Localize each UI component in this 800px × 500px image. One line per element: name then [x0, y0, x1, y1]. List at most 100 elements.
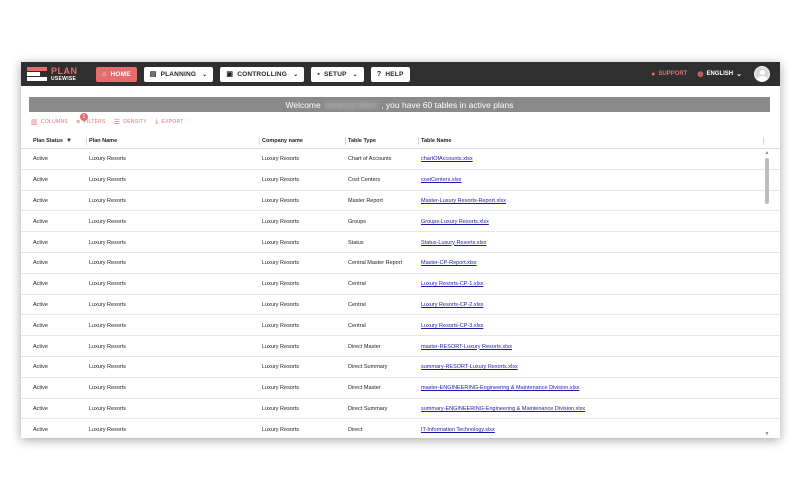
- grid-toolbar: ▥ COLUMNS 1 ≡ FILTERS ☰ DENSITY ⤓ EXPORT: [31, 112, 184, 126]
- table-file-link[interactable]: summary-RESORT-Luxury Resorts.xlsx: [421, 364, 518, 370]
- briefcase-icon: ▣: [226, 71, 234, 78]
- cell-table-name: master-ENGINEERING-Engineering & Mainten…: [419, 378, 579, 399]
- table-row[interactable]: Active Luxury Resorts Luxury Resorts Chart …: [21, 149, 780, 170]
- cell-table-name: Status-Luxury Resorts.xlsx: [419, 232, 486, 253]
- chevron-down-icon: ⌄: [202, 71, 208, 78]
- table-header: Plan Status ▼ Plan Name Company name Tab…: [21, 132, 780, 149]
- export-button[interactable]: ⤓ EXPORT: [155, 118, 184, 126]
- cell-table-name: master-RESORT-Luxury Resorts.xlsx: [419, 336, 512, 357]
- cell-table-type: Central Master Report: [348, 260, 403, 267]
- table-file-link[interactable]: chartOfAccounts.xlsx: [421, 156, 473, 162]
- table-file-link[interactable]: Status-Luxury Resorts.xlsx: [421, 240, 486, 246]
- cell-table-name: Luxury Resorts-CP-2.xlsx: [419, 295, 483, 316]
- table-row[interactable]: Active Luxury Resorts Luxury Resorts Groups…: [21, 211, 780, 233]
- cell-plan-name: Luxury Resorts: [89, 218, 126, 225]
- column-header-company-name[interactable]: Company name: [260, 132, 346, 149]
- table-row[interactable]: Active Luxury Resorts Luxury Resorts Centra…: [21, 315, 780, 337]
- cell-plan-name: Luxury Resorts: [89, 197, 126, 204]
- cell-company-name: Luxury Resorts: [262, 322, 299, 329]
- nav-planning-button[interactable]: ▤ PLANNING ⌄: [143, 66, 214, 82]
- chevron-down-icon: ⌄: [293, 71, 299, 78]
- cell-plan-name: Luxury Resorts: [89, 364, 126, 371]
- table-row[interactable]: Active Luxury Resorts Luxury Resorts Cost C…: [21, 170, 780, 191]
- scrollbar-thumb[interactable]: [765, 158, 769, 204]
- logo-text-plan: PLAN: [51, 65, 78, 76]
- cell-plan-name: Luxury Resorts: [89, 343, 126, 350]
- nav-setup-button[interactable]: ▪ SETUP ⌄: [311, 66, 364, 82]
- table-file-link[interactable]: master-RESORT-Luxury Resorts.xlsx: [421, 344, 512, 350]
- header-tools: ● SUPPORT ◍ ENGLISH ⌄: [651, 66, 770, 82]
- user-avatar[interactable]: [754, 66, 770, 82]
- cell-plan-name: Luxury Resorts: [89, 426, 126, 433]
- scroll-up-icon[interactable]: ▲: [764, 150, 770, 156]
- cell-table-name: Master-Luxury Resorts-Report.xlsx: [419, 191, 506, 212]
- cell-plan-status: Active: [33, 364, 48, 371]
- table-file-link[interactable]: costCenters.xlsx: [421, 177, 461, 183]
- download-icon: ⤓: [155, 118, 159, 125]
- table-row[interactable]: Active Luxury Resorts Luxury Resorts Direct…: [21, 378, 780, 399]
- cell-plan-status: Active: [33, 281, 48, 288]
- cell-plan-name: Luxury Resorts: [89, 260, 126, 267]
- cell-company-name: Luxury Resorts: [262, 343, 299, 350]
- cell-table-name: Luxury Resorts-CP-1.xlsx: [419, 274, 483, 295]
- cell-company-name: Luxury Resorts: [262, 426, 299, 433]
- cell-table-type: Groups: [348, 218, 367, 225]
- cell-plan-status: Active: [33, 301, 48, 308]
- nav-controlling-button[interactable]: ▣ CONTROLLING ⌄: [220, 66, 305, 82]
- cell-plan-status: Active: [33, 322, 48, 329]
- logo-text-usewise: USEWISE: [51, 75, 77, 82]
- home-icon: ⌂: [102, 70, 107, 78]
- table-body: Active Luxury Resorts Luxury Resorts Chart …: [21, 149, 780, 438]
- support-link[interactable]: ● SUPPORT: [651, 71, 687, 78]
- filters-button[interactable]: 1 ≡ FILTERS: [76, 112, 106, 126]
- cell-table-name: summary-RESORT-Luxury Resorts.xlsx: [419, 357, 518, 378]
- cell-plan-status: Active: [33, 156, 48, 163]
- density-button[interactable]: ☰ DENSITY: [114, 118, 147, 126]
- location-pin-icon: ●: [651, 70, 656, 78]
- vertical-scrollbar[interactable]: ▲ ▼: [764, 150, 770, 437]
- data-grid: Plan Status ▼ Plan Name Company name Tab…: [21, 132, 780, 438]
- table-row[interactable]: Active Luxury Resorts Luxury Resorts Master…: [21, 191, 780, 212]
- table-file-link[interactable]: Groups-Luxury Resorts.xlsx: [421, 219, 489, 225]
- table-row[interactable]: Active Luxury Resorts Luxury Resorts Centra…: [21, 295, 780, 316]
- cell-plan-status: Active: [33, 260, 48, 267]
- columns-icon: ▥: [31, 119, 38, 126]
- table-file-link[interactable]: Master-CP-Report.xlsx: [421, 260, 477, 266]
- language-selector[interactable]: ◍ ENGLISH ⌄: [697, 70, 742, 78]
- table-row[interactable]: Active Luxury Resorts Luxury Resorts Direct…: [21, 336, 780, 357]
- table-row[interactable]: Active Luxury Resorts Luxury Resorts Centra…: [21, 253, 780, 274]
- cell-company-name: Luxury Resorts: [262, 197, 299, 204]
- table-row[interactable]: Active Luxury Resorts Luxury Resorts Direct…: [21, 399, 780, 420]
- table-row[interactable]: Active Luxury Resorts Luxury Resorts Direct…: [21, 357, 780, 378]
- column-header-table-name[interactable]: Table Name: [419, 132, 764, 149]
- table-file-link[interactable]: master-ENGINEERING-Engineering & Mainten…: [421, 385, 579, 391]
- top-navigation-bar: PLAN USEWISE ⌂ HOME ▤ PLANNING ⌄ ▣ CONTR…: [21, 62, 780, 86]
- chevron-down-icon: ⌄: [352, 71, 358, 78]
- logo[interactable]: PLAN USEWISE: [27, 65, 89, 82]
- table-file-link[interactable]: Luxury Resorts-CP-3.xlsx: [421, 323, 483, 329]
- table-file-link[interactable]: Luxury Resorts-CP-1.xlsx: [421, 281, 483, 287]
- nav-help-button[interactable]: ? HELP: [370, 66, 410, 82]
- table-row[interactable]: Active Luxury Resorts Luxury Resorts Centra…: [21, 274, 780, 295]
- columns-button[interactable]: ▥ COLUMNS: [31, 118, 68, 126]
- table-file-link[interactable]: Master-Luxury Resorts-Report.xlsx: [421, 198, 506, 204]
- filter-icon[interactable]: ▼: [66, 138, 72, 144]
- cell-table-name: Groups-Luxury Resorts.xlsx: [419, 211, 489, 232]
- table-row[interactable]: Active Luxury Resorts Luxury Resorts Status…: [21, 232, 780, 253]
- chevron-down-icon: ⌄: [736, 71, 742, 78]
- cell-table-type: Central: [348, 281, 366, 288]
- nav-home-button[interactable]: ⌂ HOME: [96, 66, 137, 82]
- column-header-table-type[interactable]: Table Type: [346, 132, 419, 149]
- table-file-link[interactable]: summary-ENGINEERING-Engineering & Mainte…: [421, 406, 585, 412]
- table-row[interactable]: Active Luxury Resorts Luxury Resorts Direct…: [21, 419, 780, 438]
- cell-plan-status: Active: [33, 426, 48, 433]
- cell-table-type: Direct Summary: [348, 364, 388, 371]
- column-header-plan-status[interactable]: Plan Status ▼: [31, 132, 87, 149]
- cell-table-name: summary-ENGINEERING-Engineering & Mainte…: [419, 399, 585, 420]
- column-header-plan-name[interactable]: Plan Name: [87, 132, 260, 149]
- cell-table-type: Cost Centers: [348, 177, 381, 184]
- table-file-link[interactable]: IT-Information Technology.xlsx: [421, 427, 495, 433]
- table-file-link[interactable]: Luxury Resorts-CP-2.xlsx: [421, 302, 483, 308]
- scroll-down-icon[interactable]: ▼: [764, 431, 770, 437]
- cell-table-type: Central: [348, 322, 366, 329]
